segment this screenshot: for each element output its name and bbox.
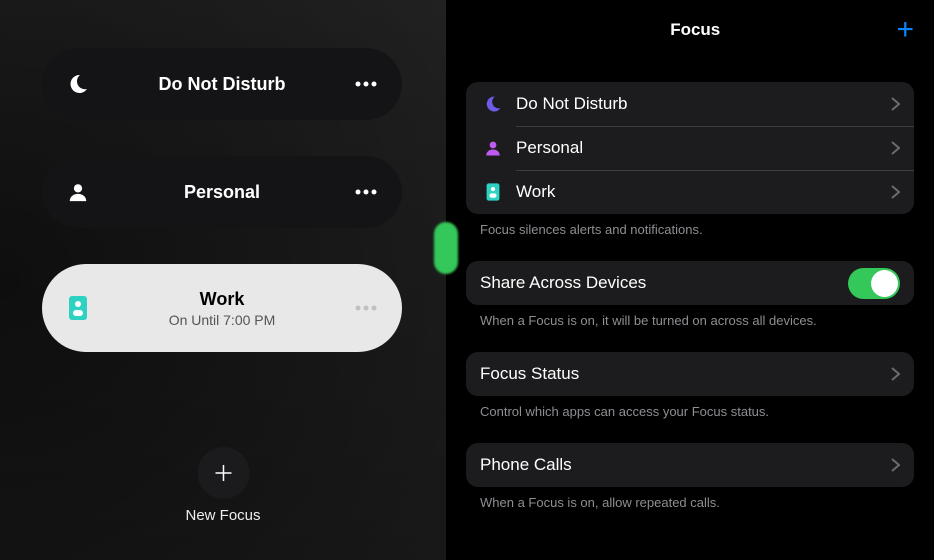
share-footer: When a Focus is on, it will be turned on… (466, 305, 914, 328)
row-share-across-devices[interactable]: Share Across Devices (466, 261, 914, 305)
chevron-right-icon (891, 185, 900, 199)
focus-popover: Do Not Disturb Personal Work On Until 7:… (0, 0, 446, 560)
moon-icon (64, 70, 92, 98)
person-icon (480, 139, 506, 157)
focus-list-group: Do Not Disturb Personal Work (466, 82, 914, 214)
notification-glow (434, 222, 458, 274)
focus-pill-dnd[interactable]: Do Not Disturb (42, 48, 402, 120)
focus-pill-personal[interactable]: Personal (42, 156, 402, 228)
plus-icon (197, 447, 249, 499)
focus-list-footer: Focus silences alerts and notifications. (466, 214, 914, 237)
pill-subtitle: On Until 7:00 PM (169, 312, 276, 328)
more-icon[interactable] (352, 70, 380, 98)
add-focus-button[interactable]: + (896, 15, 914, 45)
pill-label-wrap: Work On Until 7:00 PM (92, 289, 352, 328)
new-focus-label: New Focus (185, 507, 260, 524)
pill-title: Work (200, 289, 245, 310)
person-icon (64, 178, 92, 206)
page-title: Focus (670, 20, 720, 40)
status-group: Focus Status (466, 352, 914, 396)
row-personal[interactable]: Personal (466, 126, 914, 170)
phone-footer: When a Focus is on, allow repeated calls… (466, 487, 914, 510)
badge-icon (480, 182, 506, 202)
chevron-right-icon (891, 458, 900, 472)
row-label: Do Not Disturb (516, 94, 891, 114)
pill-label-wrap: Personal (92, 182, 352, 203)
pill-label-wrap: Do Not Disturb (92, 74, 352, 95)
row-do-not-disturb[interactable]: Do Not Disturb (466, 82, 914, 126)
row-work[interactable]: Work (466, 170, 914, 214)
header: Focus + (466, 8, 914, 52)
settings-focus-pane: Focus + Do Not Disturb Personal Work Foc… (446, 0, 934, 560)
row-label: Phone Calls (480, 455, 891, 475)
pill-title: Do Not Disturb (159, 74, 286, 95)
row-label: Share Across Devices (480, 273, 848, 293)
row-label: Personal (516, 138, 891, 158)
chevron-right-icon (891, 97, 900, 111)
new-focus-button[interactable]: New Focus (185, 447, 260, 524)
moon-icon (480, 94, 506, 114)
row-label: Focus Status (480, 364, 891, 384)
focus-pill-work[interactable]: Work On Until 7:00 PM (42, 264, 402, 352)
share-group: Share Across Devices (466, 261, 914, 305)
row-label: Work (516, 182, 891, 202)
row-phone-calls[interactable]: Phone Calls (466, 443, 914, 487)
chevron-right-icon (891, 367, 900, 381)
more-icon[interactable] (352, 178, 380, 206)
phone-group: Phone Calls (466, 443, 914, 487)
share-toggle[interactable] (848, 268, 900, 299)
more-icon[interactable] (352, 294, 380, 322)
chevron-right-icon (891, 141, 900, 155)
pill-title: Personal (184, 182, 260, 203)
row-focus-status[interactable]: Focus Status (466, 352, 914, 396)
badge-icon (64, 294, 92, 322)
status-footer: Control which apps can access your Focus… (466, 396, 914, 419)
